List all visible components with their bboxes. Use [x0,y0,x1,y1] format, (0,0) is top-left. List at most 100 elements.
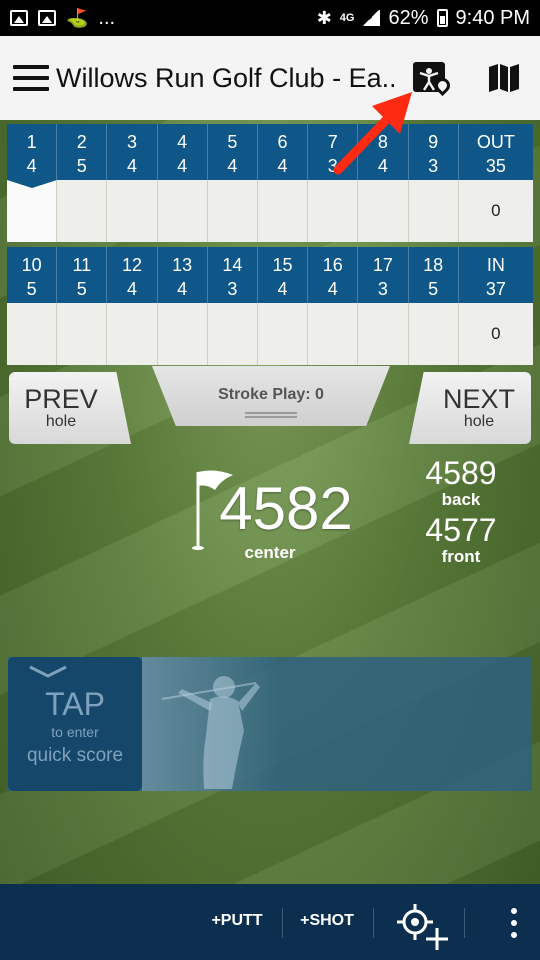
divider [373,908,374,938]
hole-par: 4 [277,279,288,299]
golfer-silhouette-image [142,657,282,791]
score-cell-active[interactable] [7,180,58,242]
drag-grip-icon[interactable] [245,412,297,418]
image-icon [38,10,56,26]
back-hole-cell[interactable]: 15 4 [258,247,309,303]
bluetooth-icon: ✱ [316,8,332,28]
front-hole-cell[interactable]: 44 [158,124,208,180]
back-hole-cell[interactable]: 12 4 [107,247,158,303]
menu-icon[interactable] [13,65,49,91]
score-cell[interactable] [107,303,158,365]
hole-number: 5 [227,132,238,152]
front-hole-cell[interactable]: 73 [308,124,359,180]
score-cell[interactable] [409,180,459,242]
next-hole-button[interactable]: NEXT hole [409,372,531,444]
score-cell[interactable] [258,303,309,365]
score-cell[interactable] [308,303,359,365]
hole-number: 18 [423,255,444,275]
back-nine-header: 10 5 11 5 12 4 13 4 14 3 15 4 16 4 17 3 18 5 IN 37 [7,247,533,303]
stroke-play-panel[interactable]: Stroke Play: 0 [152,366,390,426]
yardage-center: 4582 [219,475,353,542]
prev-hole-button[interactable]: PREV hole [9,372,131,444]
hole-par: 4 [327,279,338,299]
tap-quick-score-button[interactable]: TAP to enter quick score [8,657,142,791]
hole-number: 11 [72,255,92,275]
score-cell[interactable] [158,303,208,365]
back-hole-cell[interactable]: 11 5 [57,247,108,303]
score-cell[interactable] [409,303,459,365]
front-hole-cell[interactable]: 93 [409,124,459,180]
hole-par: 3 [428,156,439,176]
tap-label: TAP [45,686,105,722]
golf-flag-icon: ⛳ [66,8,89,28]
hole-par: 4 [227,156,238,176]
hole-number: 13 [172,255,193,275]
score-cell[interactable] [57,180,108,242]
status-time: 9:40 PM [455,6,530,29]
score-cell[interactable] [7,303,58,365]
map-icon[interactable] [486,58,522,98]
hole-par: 5 [76,279,87,299]
back-hole-cell[interactable]: 14 3 [208,247,258,303]
hole-par: 5 [428,279,439,299]
battery-percent: 62% [388,6,429,29]
out-total: 0 [491,201,501,220]
score-cell[interactable] [358,303,409,365]
course-pin-button[interactable] [413,58,454,98]
hole-number: 15 [272,255,293,275]
front-hole-cell[interactable]: 25 [57,124,108,180]
yardage-center-label: center [244,543,296,562]
hole-par: 4 [126,156,137,176]
back-hole-cell[interactable]: 16 4 [308,247,359,303]
front-hole-cell[interactable]: 84 [358,124,409,180]
score-cell[interactable] [107,180,158,242]
divider [282,908,283,938]
front-nine-scores: 0 [7,180,533,242]
hole-par: 3 [227,279,238,299]
front-hole-cell[interactable]: 54 [208,124,258,180]
chevron-down-icon [29,665,67,678]
total-label: OUT [476,132,515,152]
status-more: ... [98,6,116,29]
front-nine-scorecard: 14 25 34 44 54 64 73 84 93 OUT 35 0 [7,124,533,242]
hole-number: 3 [126,132,137,152]
add-shot-button[interactable]: +SHOT [292,912,362,930]
stroke-play-label: Stroke Play: 0 [218,386,324,403]
prev-label: PREV [24,384,98,414]
score-cell[interactable] [158,180,208,242]
back-hole-cell[interactable]: 10 5 [7,247,58,303]
hole-number: 7 [327,132,338,152]
in-total: 0 [491,324,501,343]
app-bar: Willows Run Golf Club - Ea... [0,36,540,120]
hole-par: 4 [177,156,188,176]
score-cell[interactable] [358,180,409,242]
front-hole-cell[interactable]: 14 [7,124,58,180]
back-hole-cell[interactable]: 17 3 [358,247,409,303]
total-label: IN [486,255,505,275]
score-cell[interactable] [208,303,258,365]
hole-number: 10 [21,255,42,275]
hole-number: 9 [428,132,439,152]
back-hole-cell[interactable]: 13 4 [158,247,208,303]
score-cell[interactable] [208,180,258,242]
back-total-cell: IN 37 [459,247,533,303]
hole-par: 3 [327,156,338,176]
hole-number: 2 [76,132,87,152]
hole-par: 5 [76,156,87,176]
add-putt-button[interactable]: +PUTT [204,912,270,930]
target-add-icon[interactable] [395,902,451,950]
network-type: 4G [339,11,355,24]
hole-par: 3 [377,279,388,299]
front-hole-cell[interactable]: 34 [107,124,158,180]
to-enter-label: to enter [51,724,99,740]
prev-sublabel: hole [45,413,77,430]
score-cell[interactable] [57,303,108,365]
back-nine-scores: 0 [7,303,533,365]
quick-score-label: quick score [26,745,124,766]
front-hole-cell[interactable]: 64 [258,124,309,180]
score-cell[interactable] [308,180,359,242]
more-vertical-icon[interactable] [504,908,524,938]
score-cell[interactable] [258,180,309,242]
back-hole-cell[interactable]: 18 5 [409,247,459,303]
quick-score-panel[interactable]: TAP to enter quick score [8,657,532,791]
